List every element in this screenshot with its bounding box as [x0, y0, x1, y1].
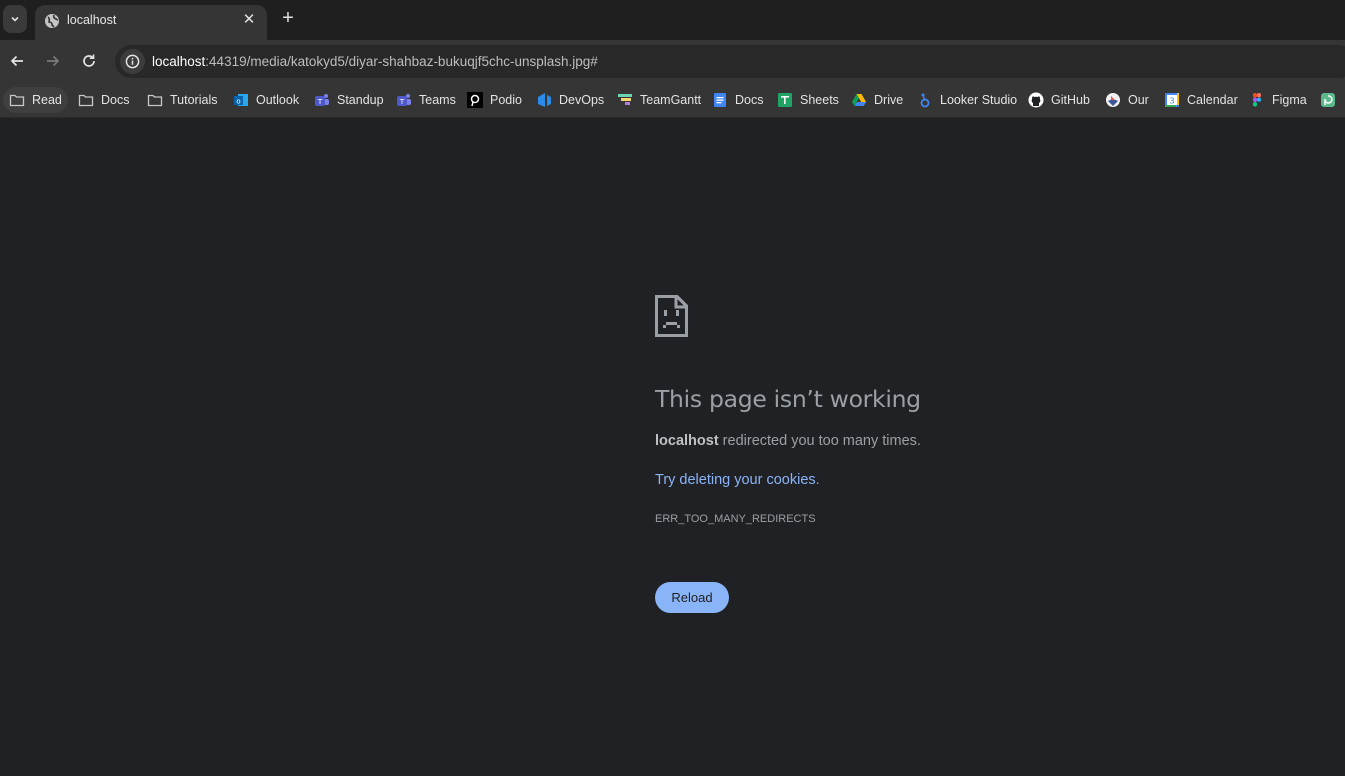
bookmark-our[interactable]: Our — [1099, 87, 1155, 113]
forward-button[interactable] — [42, 50, 64, 72]
looker-studio-icon — [917, 92, 933, 108]
arrow-right-icon — [47, 55, 60, 67]
bookmark-label: Outlook — [256, 93, 300, 107]
refresh-icon — [83, 54, 95, 67]
google-drive-icon — [851, 92, 867, 108]
error-title: This page isn’t working — [655, 385, 921, 413]
bookmark-app[interactable] — [1314, 87, 1345, 113]
bookmark-docs[interactable]: Docs — [72, 87, 135, 113]
bookmark-label: TeamGantt — [640, 93, 702, 107]
error-code: ERR_TOO_MANY_REDIRECTS — [655, 513, 816, 525]
bookmark-label: Figma — [1272, 93, 1307, 107]
teams-icon: T — [396, 92, 412, 108]
site-info-button[interactable] — [120, 49, 145, 74]
bookmark-calendar[interactable]: 3 Calendar — [1158, 87, 1244, 113]
url-path: :44319/media/katokyd5/diyar-shahbaz-buku… — [205, 54, 598, 69]
arrow-left-icon — [10, 55, 23, 67]
bookmark-label: Drive — [874, 93, 904, 107]
app-icon — [1320, 92, 1336, 108]
bookmark-podio[interactable]: Podio — [461, 87, 528, 113]
bookmark-label: Looker Studio — [940, 93, 1018, 107]
teams-icon: T — [314, 92, 330, 108]
bookmark-docs[interactable]: Docs — [706, 87, 769, 113]
bookmark-label: Our — [1128, 93, 1149, 107]
bookmark-label: DevOps — [559, 93, 605, 107]
bookmark-label: Docs — [735, 93, 764, 107]
github-icon — [1028, 92, 1044, 108]
bookmark-teamgantt[interactable]: TeamGantt — [611, 87, 707, 113]
tab-strip: localhost ✕ + — [0, 0, 1345, 40]
svg-text:T: T — [399, 98, 405, 106]
bookmark-label: Podio — [490, 93, 522, 107]
new-tab-button[interactable]: + — [277, 7, 299, 29]
url-host: localhost — [152, 54, 206, 69]
outlook-icon: o — [233, 92, 249, 108]
bookmark-label: Read — [32, 93, 62, 107]
delete-cookies-link[interactable]: Try deleting your cookies — [655, 472, 816, 488]
bookmark-label: Teams — [419, 93, 456, 107]
error-description: localhost redirected you too many times. — [655, 433, 921, 449]
folder-icon — [9, 92, 25, 108]
close-tab-button[interactable]: ✕ — [239, 10, 259, 30]
error-host: localhost — [655, 433, 719, 449]
podio-icon — [467, 92, 483, 108]
url-text[interactable]: localhost:44319/media/katokyd5/diyar-sha… — [152, 54, 598, 69]
bookmarks-bar: Read Docs Tutorials o Outlook T Standup T Teams P… — [0, 83, 1345, 118]
svg-text:T: T — [317, 98, 323, 106]
bookmark-label: Sheets — [800, 93, 839, 107]
bookmark-standup[interactable]: T Standup — [308, 87, 390, 113]
folder-icon — [78, 92, 94, 108]
teamgantt-icon — [617, 92, 633, 108]
bookmark-label: Calendar — [1187, 93, 1238, 107]
bookmark-looker-studio[interactable]: Looker Studio — [911, 87, 1023, 113]
bookmark-outlook[interactable]: o Outlook — [227, 87, 305, 113]
bookmark-teams[interactable]: T Teams — [390, 87, 462, 113]
browser-tab[interactable]: localhost ✕ — [35, 5, 267, 40]
bookmark-label: Tutorials — [170, 93, 218, 107]
our-icon — [1105, 92, 1121, 108]
suggestion-period: . — [815, 472, 820, 488]
bookmark-sheets[interactable]: Sheets — [771, 87, 845, 113]
devops-icon — [536, 92, 552, 108]
error-page: This page isn’t working localhost redire… — [0, 119, 1345, 776]
folder-icon — [147, 92, 163, 108]
bookmark-label: GitHub — [1051, 93, 1090, 107]
globe-icon — [45, 14, 59, 28]
bookmark-drive[interactable]: Drive — [845, 87, 909, 113]
bookmark-label: Docs — [101, 93, 130, 107]
svg-text:3: 3 — [1169, 97, 1174, 106]
bookmark-label: Standup — [337, 93, 384, 107]
bookmark-tutorials[interactable]: Tutorials — [141, 87, 223, 113]
suggestion: Try deleting your cookies. — [655, 472, 820, 488]
svg-text:o: o — [236, 98, 240, 106]
reload-button[interactable]: Reload — [655, 582, 729, 613]
sad-page-icon — [655, 295, 688, 337]
google-sheets-icon — [777, 92, 793, 108]
toolbar: localhost:44319/media/katokyd5/diyar-sha… — [0, 40, 1345, 83]
back-button[interactable] — [6, 50, 28, 72]
reload-page-button[interactable] — [78, 50, 100, 72]
tab-search-button[interactable] — [3, 5, 27, 33]
bookmark-github[interactable]: GitHub — [1022, 87, 1096, 113]
chevron-down-icon — [11, 16, 19, 22]
address-bar[interactable]: localhost:44319/media/katokyd5/diyar-sha… — [115, 45, 1345, 78]
bookmark-figma[interactable]: Figma — [1243, 87, 1313, 113]
info-icon — [125, 54, 140, 69]
figma-icon — [1249, 92, 1265, 108]
bookmark-read[interactable]: Read — [3, 87, 68, 113]
bookmark-devops[interactable]: DevOps — [530, 87, 610, 113]
google-docs-icon — [712, 92, 728, 108]
tab-title: localhost — [67, 13, 117, 27]
google-calendar-icon: 3 — [1164, 92, 1180, 108]
error-description-text: redirected you too many times. — [718, 433, 921, 449]
